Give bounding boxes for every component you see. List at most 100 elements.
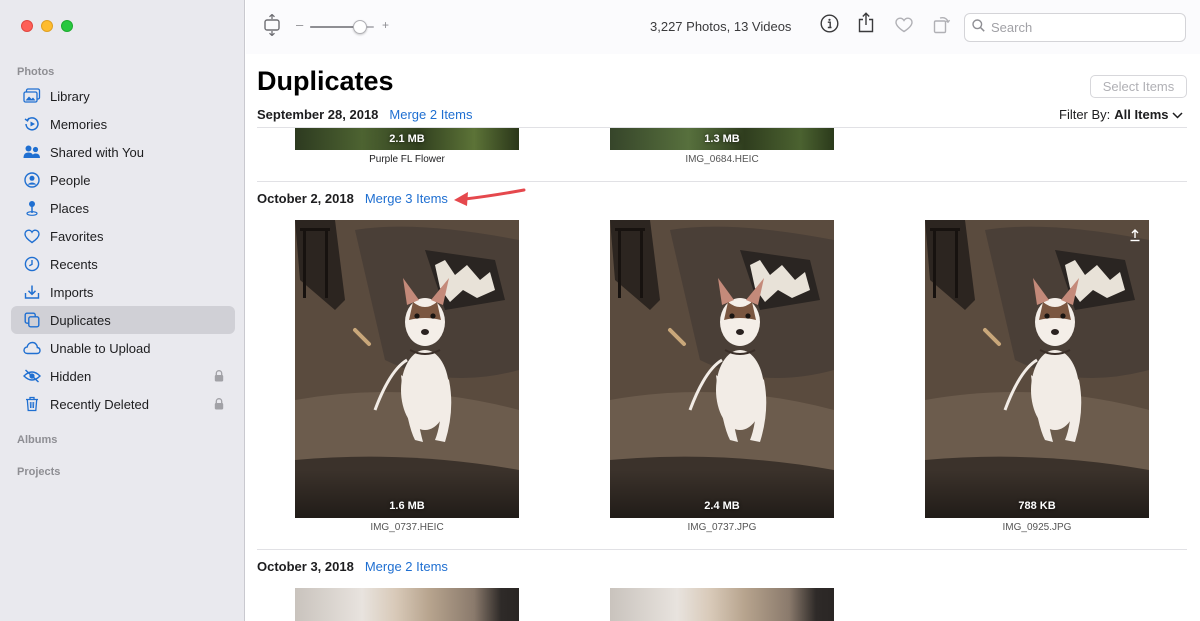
heart-icon bbox=[23, 227, 41, 245]
sidebar-list: Library Memories Shared with You People … bbox=[11, 82, 235, 418]
merge-button[interactable]: Merge 3 Items bbox=[365, 191, 448, 206]
file-size: 1.3 MB bbox=[704, 133, 740, 145]
window-controls bbox=[21, 20, 73, 32]
photo-thumbnail[interactable]: 788 KB bbox=[925, 220, 1149, 518]
group-date: October 3, 2018 bbox=[257, 559, 354, 574]
group-date: October 2, 2018 bbox=[257, 191, 354, 206]
close-window-button[interactable] bbox=[21, 20, 33, 32]
zoom-slider-knob[interactable] bbox=[353, 20, 367, 34]
share-icon bbox=[858, 12, 874, 38]
sidebar-item-library[interactable]: Library bbox=[11, 82, 235, 110]
filter-value: All Items bbox=[1114, 107, 1169, 122]
photos-section-heading[interactable]: Photos bbox=[17, 66, 54, 78]
sidebar-item-duplicates[interactable]: Duplicates bbox=[11, 306, 235, 334]
sidebar-item-label: Duplicates bbox=[50, 312, 111, 328]
imports-icon bbox=[23, 283, 41, 301]
file-name: IMG_0737.JPG bbox=[687, 522, 757, 533]
main-content: Duplicates Select Items September 28, 20… bbox=[246, 54, 1200, 621]
photo-thumbnail[interactable] bbox=[610, 588, 834, 621]
sidebar: Photos Library Memories Shared with You … bbox=[0, 0, 245, 621]
merge-button[interactable]: Merge 2 Items bbox=[389, 107, 472, 122]
sidebar-item-label: Recently Deleted bbox=[50, 396, 149, 412]
sidebar-item-label: Hidden bbox=[50, 368, 92, 384]
file-name: IMG_0737.HEIC bbox=[370, 522, 444, 533]
aspect-icon bbox=[263, 13, 281, 41]
minimize-window-button[interactable] bbox=[41, 20, 53, 32]
photo-thumbnail[interactable] bbox=[295, 588, 519, 621]
zoom-slider[interactable] bbox=[310, 20, 374, 34]
file-name: Purple FL Flower bbox=[369, 154, 445, 165]
toolbar: – + 3,227 Photos, 13 Videos bbox=[246, 0, 1200, 54]
sidebar-item-places[interactable]: Places bbox=[11, 194, 235, 222]
places-icon bbox=[23, 199, 41, 217]
eye-slash-icon bbox=[23, 367, 41, 385]
select-items-button[interactable]: Select Items bbox=[1090, 75, 1187, 98]
cloud-icon bbox=[23, 339, 41, 357]
lock-icon bbox=[214, 370, 224, 385]
photo-thumbnail[interactable]: 1.6 MB bbox=[295, 220, 519, 518]
group-date: September 28, 2018 bbox=[257, 107, 379, 122]
merge-button[interactable]: Merge 2 Items bbox=[365, 559, 448, 574]
sidebar-item-label: Unable to Upload bbox=[50, 340, 151, 356]
sidebar-item-shared-with-you[interactable]: Shared with You bbox=[11, 138, 235, 166]
zoom-window-button[interactable] bbox=[61, 20, 73, 32]
group-header: October 2, 2018 Merge 3 Items bbox=[257, 191, 448, 206]
photo-thumbnail[interactable]: 2.4 MB bbox=[610, 220, 834, 518]
file-name: IMG_0925.JPG bbox=[1002, 522, 1072, 533]
file-size: 2.4 MB bbox=[704, 500, 740, 512]
zoom-out-label: – bbox=[296, 17, 304, 32]
photo-image bbox=[610, 588, 834, 621]
zoom-in-label: + bbox=[382, 18, 390, 32]
sidebar-item-memories[interactable]: Memories bbox=[11, 110, 235, 138]
filter-menu[interactable]: Filter By: All Items bbox=[1059, 107, 1184, 122]
search-input[interactable] bbox=[991, 20, 1171, 35]
sidebar-item-recently-deleted[interactable]: Recently Deleted bbox=[11, 390, 235, 418]
duplicates-icon bbox=[23, 311, 41, 329]
photo-image bbox=[295, 588, 519, 621]
group-divider bbox=[257, 549, 1187, 550]
memories-icon bbox=[23, 115, 41, 133]
rotate-button[interactable] bbox=[932, 15, 952, 37]
sidebar-item-label: Shared with You bbox=[50, 144, 144, 160]
sidebar-item-hidden[interactable]: Hidden bbox=[11, 362, 235, 390]
aspect-toggle-button[interactable] bbox=[262, 13, 282, 41]
sidebar-item-label: Memories bbox=[50, 116, 108, 132]
group-header: October 3, 2018 Merge 2 Items bbox=[257, 559, 448, 574]
info-button[interactable] bbox=[819, 14, 839, 36]
file-size: 1.6 MB bbox=[389, 500, 425, 512]
sidebar-item-favorites[interactable]: Favorites bbox=[11, 222, 235, 250]
albums-section-heading[interactable]: Albums bbox=[17, 434, 57, 446]
sidebar-item-label: People bbox=[50, 172, 91, 188]
library-count: 3,227 Photos, 13 Videos bbox=[650, 19, 792, 34]
heart-icon bbox=[895, 16, 913, 38]
sidebar-item-label: Imports bbox=[50, 284, 94, 300]
photo-thumbnail[interactable]: 1.3 MB bbox=[610, 128, 834, 150]
search-field[interactable] bbox=[964, 13, 1186, 42]
sidebar-item-people[interactable]: People bbox=[11, 166, 235, 194]
sidebar-item-label: Places bbox=[50, 200, 90, 216]
file-size: 788 KB bbox=[1018, 500, 1056, 512]
shared-icon bbox=[23, 143, 41, 161]
lock-icon bbox=[214, 398, 224, 413]
photo-image bbox=[610, 220, 834, 518]
sidebar-item-recents[interactable]: Recents bbox=[11, 250, 235, 278]
sidebar-item-imports[interactable]: Imports bbox=[11, 278, 235, 306]
search-icon bbox=[972, 18, 985, 37]
photo-image bbox=[295, 220, 519, 518]
favorite-button[interactable] bbox=[894, 16, 914, 38]
photo-thumbnail[interactable]: 2.1 MB bbox=[295, 128, 519, 150]
share-button[interactable] bbox=[857, 12, 875, 38]
sidebar-item-label: Favorites bbox=[50, 228, 104, 244]
rotate-icon bbox=[933, 14, 951, 39]
sidebar-item-unable-to-upload[interactable]: Unable to Upload bbox=[11, 334, 235, 362]
group-header: September 28, 2018 Merge 2 Items bbox=[257, 107, 473, 122]
projects-section-heading[interactable]: Projects bbox=[17, 466, 60, 478]
filter-label: Filter By: bbox=[1059, 107, 1111, 122]
sidebar-item-label: Recents bbox=[50, 256, 98, 272]
library-icon bbox=[23, 87, 41, 105]
people-icon bbox=[23, 171, 41, 189]
upload-icon bbox=[1129, 228, 1141, 247]
file-size: 2.1 MB bbox=[389, 133, 425, 145]
page-title: Duplicates bbox=[257, 66, 394, 96]
photo-image bbox=[925, 220, 1149, 518]
